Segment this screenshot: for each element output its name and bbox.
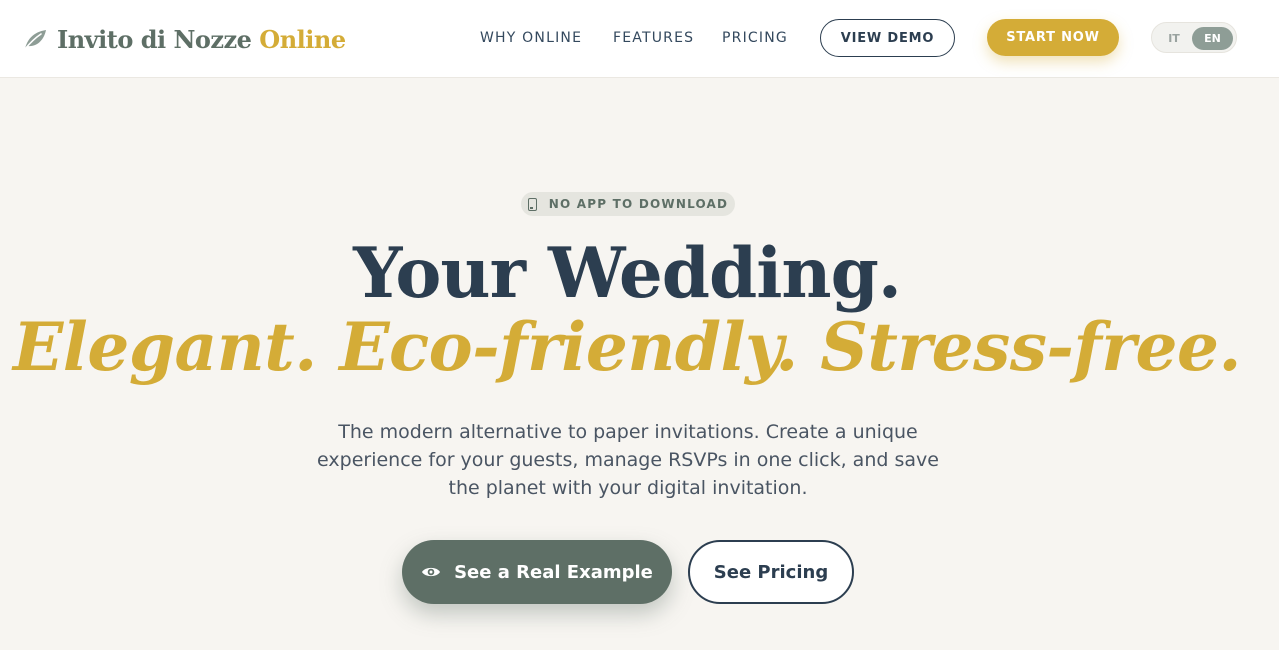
language-option-en[interactable]: EN [1192, 27, 1233, 50]
see-real-example-button[interactable]: See a Real Example [402, 540, 672, 604]
language-switcher: IT EN [1151, 22, 1237, 53]
see-real-example-label: See a Real Example [454, 561, 653, 583]
eye-icon [422, 567, 441, 577]
leaf-icon [24, 30, 46, 50]
language-option-it[interactable]: IT [1162, 29, 1186, 48]
no-app-badge: NO APP TO DOWNLOAD [521, 192, 735, 216]
brand-name-main: Invito di Nozze [57, 24, 252, 54]
nav-link-why-online[interactable]: WHY ONLINE [480, 30, 582, 46]
hero-tagline: Elegant. Eco-friendly. Stress-free. [12, 308, 1242, 386]
start-now-button[interactable]: START NOW [987, 19, 1119, 56]
brand-name-accent: Online [259, 24, 346, 54]
see-pricing-button[interactable]: See Pricing [688, 540, 854, 604]
hero-title: Your Wedding. [353, 233, 902, 314]
brand-logo[interactable]: Invito di Nozze Online [22, 22, 346, 56]
nav-link-features[interactable]: FEATURES [613, 30, 694, 46]
brand-name: Invito di Nozze Online [57, 25, 346, 54]
phone-icon [527, 197, 537, 211]
badge-label: NO APP TO DOWNLOAD [548, 197, 729, 211]
site-header: Invito di Nozze Online WHY ONLINE FEATUR… [0, 0, 1279, 78]
hero-subtitle: The modern alternative to paper invitati… [317, 421, 939, 499]
nav-link-pricing[interactable]: PRICING [722, 30, 788, 46]
view-demo-button[interactable]: VIEW DEMO [820, 19, 955, 57]
